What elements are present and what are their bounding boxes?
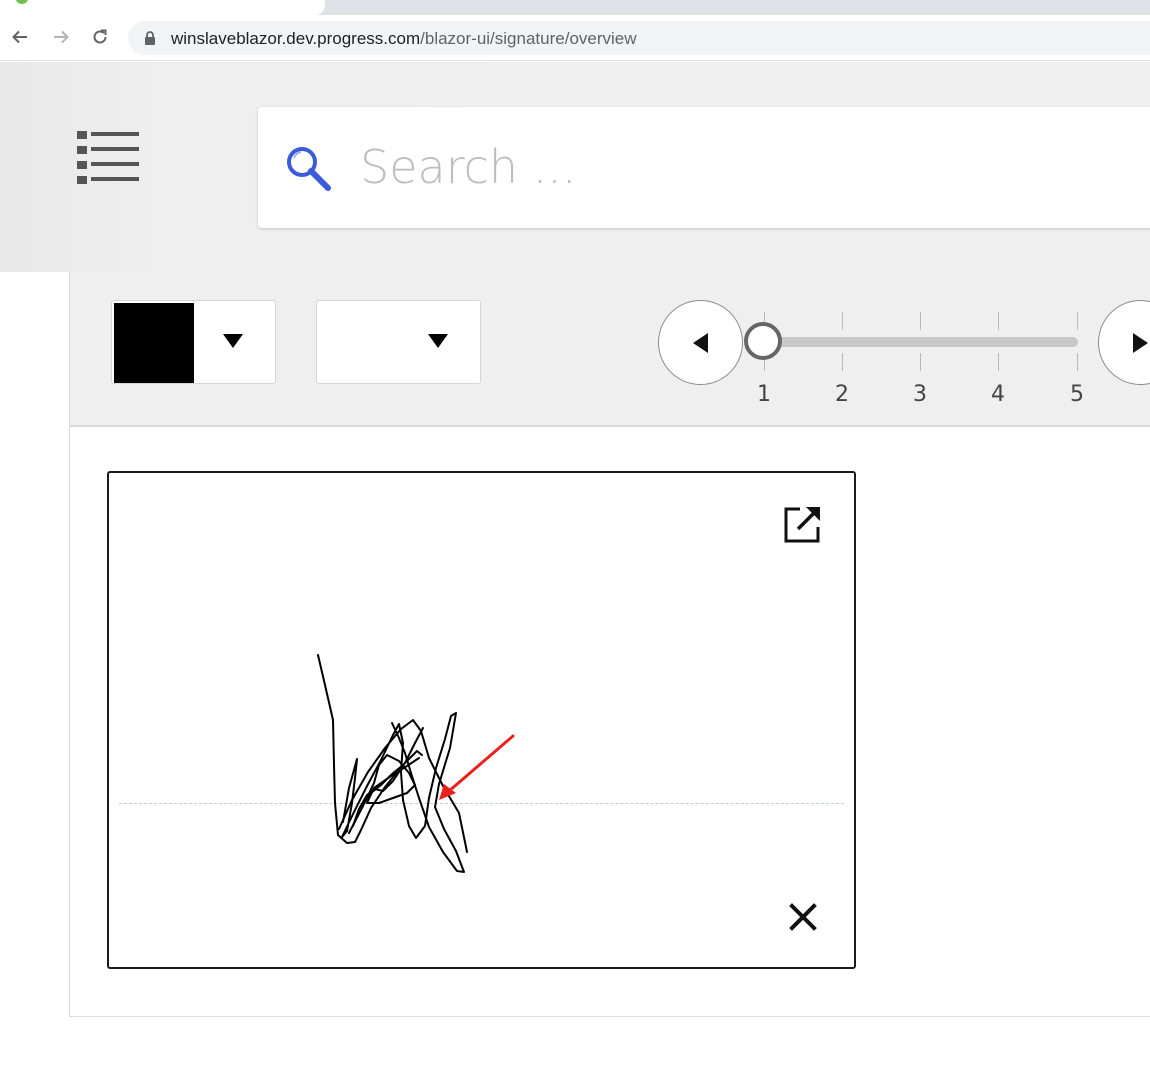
signature-stroke bbox=[317, 654, 468, 873]
url-domain: winslaveblazor.dev.progress.com bbox=[171, 29, 421, 48]
tab-favicon-icon bbox=[16, 0, 28, 4]
caret-left-icon bbox=[693, 333, 708, 353]
slider-tick-label: 3 bbox=[913, 382, 927, 407]
lock-icon[interactable] bbox=[144, 31, 156, 45]
browser-tabstrip bbox=[0, 0, 1150, 15]
slider-tick bbox=[920, 312, 921, 330]
back-arrow-icon[interactable] bbox=[8, 25, 32, 49]
signature-canvas[interactable] bbox=[109, 473, 854, 967]
browser-toolbar: winslaveblazor.dev.progress.com/blazor-u… bbox=[0, 15, 1150, 61]
slider-tick-label: 4 bbox=[991, 382, 1005, 407]
list-menu-icon[interactable] bbox=[77, 131, 139, 187]
color-swatch bbox=[114, 303, 194, 383]
forward-arrow-icon[interactable] bbox=[49, 25, 73, 49]
slider-tick bbox=[920, 353, 921, 371]
slider-track[interactable] bbox=[764, 337, 1078, 347]
slider-tick-label: 5 bbox=[1070, 382, 1084, 407]
search-box[interactable] bbox=[258, 107, 1150, 228]
browser-tab-active[interactable] bbox=[0, 0, 305, 15]
slider-tick bbox=[1077, 353, 1078, 371]
signature-pad[interactable] bbox=[107, 471, 856, 969]
slider-tick bbox=[998, 312, 999, 330]
close-icon[interactable] bbox=[787, 901, 819, 933]
search-input[interactable] bbox=[358, 137, 1118, 197]
slider-tick bbox=[998, 353, 999, 371]
slider-thumb[interactable] bbox=[744, 322, 782, 360]
slider-tick bbox=[842, 353, 843, 371]
search-icon[interactable] bbox=[284, 144, 332, 192]
address-bar[interactable]: winslaveblazor.dev.progress.com/blazor-u… bbox=[128, 21, 1150, 55]
url-path: /blazor-ui/signature/overview bbox=[420, 29, 637, 48]
slider-tick bbox=[1077, 312, 1078, 330]
slider-tick-label: 2 bbox=[835, 382, 849, 407]
stroke-color-picker[interactable] bbox=[111, 300, 276, 384]
background-color-picker[interactable] bbox=[316, 300, 481, 384]
reload-icon[interactable] bbox=[88, 25, 112, 49]
tab-edge bbox=[305, 0, 325, 15]
slider-tick bbox=[842, 312, 843, 330]
external-link-icon[interactable] bbox=[782, 505, 822, 545]
url-text[interactable]: winslaveblazor.dev.progress.com/blazor-u… bbox=[171, 29, 637, 49]
slider-tick-label: 1 bbox=[757, 382, 771, 407]
caret-right-icon bbox=[1133, 333, 1148, 353]
chevron-down-icon[interactable] bbox=[428, 334, 448, 348]
decrease-stroke-button[interactable] bbox=[658, 300, 743, 385]
chevron-down-icon[interactable] bbox=[223, 334, 243, 348]
